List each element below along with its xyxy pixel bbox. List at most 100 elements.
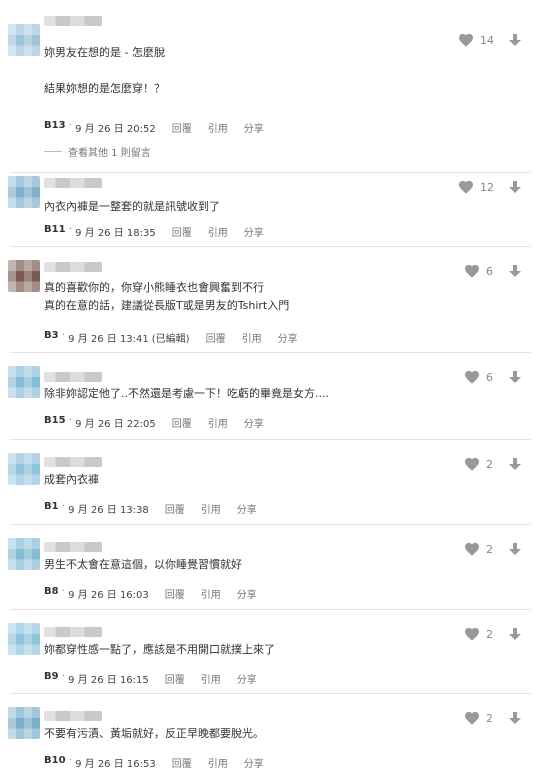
downvote-arrow-icon[interactable]	[508, 627, 522, 641]
comment-time: 9 月 26 日 13:38	[68, 505, 149, 516]
downvote-arrow-icon[interactable]	[508, 370, 522, 384]
quote-button[interactable]: 引用	[208, 120, 228, 135]
avatar[interactable]	[8, 24, 40, 56]
share-button[interactable]: 分享	[278, 330, 298, 345]
reply-button[interactable]: 回覆	[165, 671, 185, 686]
like-group: 12	[458, 180, 494, 194]
heart-icon[interactable]	[464, 264, 480, 278]
quote-button[interactable]: 引用	[208, 755, 228, 770]
username-blurred[interactable]	[44, 457, 102, 467]
share-button[interactable]: 分享	[244, 755, 264, 770]
view-more-replies-label: 查看其他 1 則留言	[68, 148, 151, 159]
reply-button[interactable]: 回覆	[172, 755, 192, 770]
quote-button[interactable]: 引用	[208, 224, 228, 239]
comment-item: 妳都穿性感一點了，應該是不用開口就撲上來了 B9 · 9 月 26 日 16:15…	[0, 609, 541, 694]
heart-icon[interactable]	[464, 711, 480, 725]
downvote-arrow-icon[interactable]	[508, 264, 522, 278]
floor-number: B9	[44, 671, 59, 682]
meta-separator: ·	[58, 586, 69, 597]
like-count: 12	[480, 180, 494, 194]
reply-button[interactable]: 回覆	[172, 224, 192, 239]
username-blurred[interactable]	[44, 711, 102, 721]
meta-separator: ·	[58, 330, 69, 341]
comment-time: 9 月 26 日 16:15	[68, 675, 149, 686]
username-blurred[interactable]	[44, 178, 102, 188]
downvote-arrow-icon[interactable]	[508, 457, 522, 471]
avatar[interactable]	[8, 366, 40, 398]
like-group: 6	[464, 264, 496, 278]
like-group: 2	[464, 627, 496, 641]
reply-button[interactable]: 回覆	[165, 501, 185, 516]
quote-button[interactable]: 引用	[201, 586, 221, 601]
like-count: 14	[480, 33, 494, 47]
like-group: 2	[464, 457, 496, 471]
reply-button[interactable]: 回覆	[172, 120, 192, 135]
comment-meta: B1 · 9 月 26 日 13:38 回覆 引用 分享	[44, 501, 257, 516]
like-group: 2	[464, 542, 496, 556]
downvote-arrow-icon[interactable]	[508, 542, 522, 556]
heart-icon[interactable]	[464, 542, 480, 556]
username-blurred[interactable]	[44, 372, 102, 382]
avatar[interactable]	[8, 707, 40, 739]
share-button[interactable]: 分享	[244, 415, 264, 430]
floor-number: B8	[44, 586, 59, 597]
comment-text: 妳都穿性感一點了，應該是不用開口就撲上來了	[44, 643, 275, 656]
meta-separator: ·	[65, 755, 76, 766]
comment-time: 9 月 26 日 13:41	[68, 334, 149, 345]
comment-time: 9 月 26 日 16:03	[68, 590, 149, 601]
comment-time: 9 月 26 日 20:52	[75, 124, 156, 135]
heart-icon[interactable]	[464, 370, 480, 384]
reply-button[interactable]: 回覆	[165, 586, 185, 601]
comment-time: 9 月 26 日 16:53	[75, 759, 156, 770]
comment-list: 妳男友在想的是 - 怎麼脫 結果妳想的是怎麼穿！？ B13 · 9 月 26 日 …	[0, 0, 541, 779]
heart-icon[interactable]	[464, 457, 480, 471]
comment-item: 妳男友在想的是 - 怎麼脫 結果妳想的是怎麼穿！？ B13 · 9 月 26 日 …	[0, 8, 541, 173]
downvote-arrow-icon[interactable]	[508, 33, 522, 47]
like-count: 2	[486, 457, 493, 471]
avatar[interactable]	[8, 623, 40, 655]
comment-meta: B10 · 9 月 26 日 16:53 回覆 引用 分享	[44, 755, 264, 770]
floor-number: B15	[44, 415, 66, 426]
username-blurred[interactable]	[44, 262, 102, 272]
floor-number: B10	[44, 755, 66, 766]
heart-icon[interactable]	[458, 180, 474, 194]
meta-separator: ·	[65, 120, 76, 131]
heart-icon[interactable]	[464, 627, 480, 641]
avatar[interactable]	[8, 176, 40, 208]
quote-button[interactable]: 引用	[201, 501, 221, 516]
comment-time: 9 月 26 日 18:35	[75, 228, 156, 239]
meta-separator: ·	[58, 671, 69, 682]
like-count: 2	[486, 542, 493, 556]
share-button[interactable]: 分享	[244, 120, 264, 135]
comment-meta: B11 · 9 月 26 日 18:35 回覆 引用 分享	[44, 224, 264, 239]
avatar[interactable]	[8, 538, 40, 570]
comment-meta: B8 · 9 月 26 日 16:03 回覆 引用 分享	[44, 586, 257, 601]
reply-button[interactable]: 回覆	[206, 330, 226, 345]
like-count: 6	[486, 264, 493, 278]
view-more-replies[interactable]: 查看其他 1 則留言	[44, 144, 151, 159]
username-blurred[interactable]	[44, 16, 102, 26]
comment-item: 成套內衣褲 B1 · 9 月 26 日 13:38 回覆 引用 分享 2	[0, 439, 541, 525]
comment-text: 內衣內褲是一整套的就是訊號收到了	[44, 200, 220, 213]
share-button[interactable]: 分享	[237, 671, 257, 686]
avatar[interactable]	[8, 260, 40, 292]
comment-meta: B9 · 9 月 26 日 16:15 回覆 引用 分享	[44, 671, 257, 686]
username-blurred[interactable]	[44, 542, 102, 552]
quote-button[interactable]: 引用	[208, 415, 228, 430]
downvote-arrow-icon[interactable]	[508, 180, 522, 194]
share-button[interactable]: 分享	[237, 501, 257, 516]
meta-separator: ·	[65, 224, 76, 235]
downvote-arrow-icon[interactable]	[508, 711, 522, 725]
quote-button[interactable]: 引用	[242, 330, 262, 345]
avatar[interactable]	[8, 453, 40, 485]
share-button[interactable]: 分享	[237, 586, 257, 601]
quote-button[interactable]: 引用	[201, 671, 221, 686]
comment-meta: B3 · 9 月 26 日 13:41 (已編輯) 回覆 引用 分享	[44, 330, 298, 345]
floor-number: B11	[44, 224, 66, 235]
username-blurred[interactable]	[44, 627, 102, 637]
comment-text: 男生不太會在意這個，以你睡覺習慣就好	[44, 558, 242, 571]
share-button[interactable]: 分享	[244, 224, 264, 239]
reply-button[interactable]: 回覆	[172, 415, 192, 430]
heart-icon[interactable]	[458, 33, 474, 47]
reply-indent-line	[44, 151, 62, 152]
